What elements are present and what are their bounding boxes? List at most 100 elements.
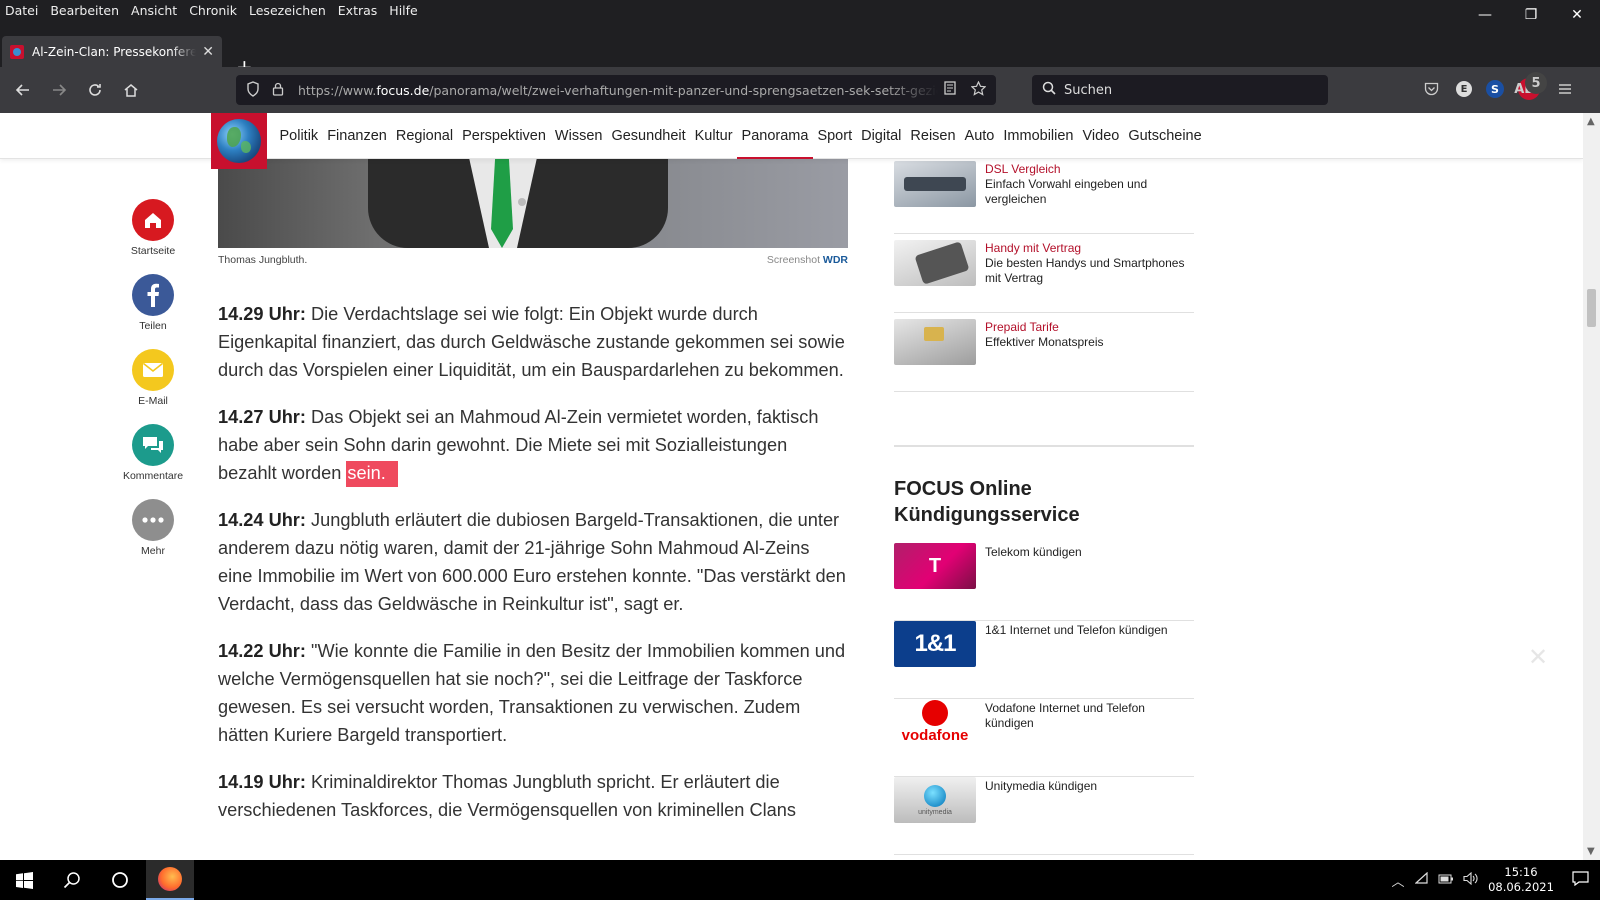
adblock-plus-icon[interactable]: ABP5 [1514, 72, 1547, 100]
site-nav-gesundheit[interactable]: Gesundheit [607, 113, 690, 159]
site-nav-panorama[interactable]: Panorama [737, 113, 813, 159]
offer-thumbnail[interactable] [894, 161, 976, 207]
caption-text: Thomas Jungbluth. [218, 254, 308, 266]
site-nav-gutscheine[interactable]: Gutscheine [1124, 113, 1206, 159]
offer-thumbnail[interactable] [894, 319, 976, 365]
kuendigung-label[interactable]: Vodafone Internet und Telefon kündigen [985, 701, 1190, 731]
kuendigung-thumbnail[interactable]: 1&1 [894, 621, 976, 667]
kuendigung-item[interactable]: 1&1 1&1 Internet und Telefon kündigen [894, 621, 1194, 699]
scroll-down-icon[interactable]: ▼ [1587, 846, 1595, 857]
ticker-time: 14.24 Uhr: [218, 510, 306, 530]
share-mehr[interactable]: Mehr [118, 499, 188, 557]
site-nav-regional[interactable]: Regional [391, 113, 457, 159]
ticker-entry: 14.24 Uhr: Jungbluth erläutert die dubio… [218, 506, 848, 618]
section-divider [894, 445, 1194, 447]
share-kommentare[interactable]: Kommentare [118, 424, 188, 482]
share-startseite[interactable]: Startseite [118, 199, 188, 257]
menu-chronik[interactable]: Chronik [183, 0, 243, 22]
s-extension-icon[interactable]: S [1486, 80, 1504, 98]
kuendigung-label[interactable]: Telekom kündigen [985, 545, 1190, 560]
kuendigung-thumbnail[interactable]: T [894, 543, 976, 589]
bookmark-star-icon[interactable] [970, 80, 987, 100]
kuendigung-item[interactable]: vodafone Vodafone Internet und Telefon kü… [894, 699, 1194, 777]
site-nav-digital[interactable]: Digital [857, 113, 906, 159]
reader-view-icon[interactable] [943, 81, 957, 100]
unitymedia-logo-icon [924, 784, 946, 807]
kuendigung-item[interactable]: T Telekom kündigen [894, 543, 1194, 621]
reload-icon[interactable] [84, 79, 106, 101]
nav-toolbar: https://www.focus.de/panorama/welt/zwei-… [0, 67, 1600, 113]
offer-title[interactable]: DSL Vergleich [985, 162, 1190, 177]
tray-chevron-up-icon[interactable]: ︿ [1386, 871, 1410, 890]
offer-item[interactable]: DSL Vergleich Einfach Vorwahl eingeben un… [894, 156, 1194, 234]
menu-datei[interactable]: Datei [0, 0, 44, 22]
menu-lesezeichen[interactable]: Lesezeichen [243, 0, 332, 22]
site-nav-immobilien[interactable]: Immobilien [999, 113, 1078, 159]
tab-close-icon[interactable]: ✕ [202, 44, 214, 60]
focus-logo[interactable] [211, 113, 267, 169]
volume-icon[interactable] [1458, 871, 1482, 889]
offer-text: Handy mit Vertrag Die besten Handys und S… [985, 241, 1190, 286]
menu-bearbeiten[interactable]: Bearbeiten [44, 0, 125, 22]
site-nav-wissen[interactable]: Wissen [550, 113, 607, 159]
menu-hilfe[interactable]: Hilfe [383, 0, 423, 22]
share-teilen[interactable]: Teilen [118, 274, 188, 332]
url-bar[interactable]: https://www.focus.de/panorama/welt/zwei-… [236, 75, 996, 105]
share-e-mail[interactable]: E-Mail [118, 349, 188, 407]
pocket-icon[interactable] [1420, 78, 1442, 100]
shield-icon[interactable] [246, 80, 260, 100]
offer-title[interactable]: Prepaid Tarife [985, 320, 1190, 335]
site-nav-video[interactable]: Video [1078, 113, 1124, 159]
search-bar[interactable]: Suchen [1032, 75, 1328, 105]
kuendigung-label[interactable]: Unitymedia kündigen [985, 779, 1190, 794]
hamburger-menu-icon[interactable] [1554, 78, 1576, 100]
back-arrow-icon[interactable] [12, 79, 34, 101]
site-nav-sport[interactable]: Sport [813, 113, 857, 159]
offer-text: DSL Vergleich Einfach Vorwahl eingeben un… [985, 162, 1190, 207]
site-nav-perspektiven[interactable]: Perspektiven [458, 113, 551, 159]
windows-start-icon[interactable] [0, 860, 48, 900]
share-label: Startseite [130, 245, 176, 257]
site-nav-politik[interactable]: Politik [275, 113, 323, 159]
lock-icon[interactable] [272, 82, 284, 99]
forward-arrow-icon[interactable] [48, 79, 70, 101]
site-nav-reisen[interactable]: Reisen [906, 113, 960, 159]
scroll-up-icon[interactable]: ▲ [1587, 116, 1595, 127]
close-overlay-icon[interactable]: ✕ [1528, 643, 1548, 671]
menu-ansicht[interactable]: Ansicht [125, 0, 183, 22]
site-nav-kultur[interactable]: Kultur [690, 113, 737, 159]
battery-icon[interactable] [1434, 873, 1458, 888]
search-icon[interactable] [48, 860, 96, 900]
kuendigung-label[interactable]: 1&1 Internet und Telefon kündigen [985, 623, 1190, 638]
offer-thumbnail[interactable] [894, 240, 976, 286]
page-scrollbar[interactable]: ▲ ▼ [1583, 113, 1600, 860]
search-input[interactable]: Suchen [1064, 83, 1112, 98]
kuendigung-thumbnail[interactable]: vodafone [894, 699, 976, 745]
site-navigation: Politik Finanzen Regional Perspektiven Wisse… [0, 113, 1583, 169]
cortana-icon[interactable] [96, 860, 144, 900]
browser-tab-active[interactable]: Al-Zein-Clan: Pressekonferenz mit LKA ✕ [2, 36, 222, 67]
ticker-text: Die Verdachtslage sei wie folgt: Ein Obj… [218, 304, 845, 380]
notification-center-icon[interactable] [1560, 870, 1600, 890]
system-tray: ︿ 15:16 08.06.2021 [1386, 860, 1600, 900]
brand-mark: vodafone [901, 727, 969, 744]
offer-title[interactable]: Handy mit Vertrag [985, 241, 1190, 256]
url-text[interactable]: https://www.focus.de/panorama/welt/zwei-… [298, 83, 938, 98]
scroll-thumb[interactable] [1587, 289, 1596, 327]
site-nav-finanzen[interactable]: Finanzen [323, 113, 392, 159]
credit-prefix: Screenshot [766, 254, 820, 266]
offer-item[interactable]: Prepaid Tarife Effektiver Monatspreis [894, 314, 1194, 392]
kuendigung-thumbnail[interactable]: unitymedia [894, 777, 976, 823]
taskbar-clock[interactable]: 15:16 08.06.2021 [1482, 865, 1560, 895]
offer-item[interactable]: Handy mit Vertrag Die besten Handys und S… [894, 235, 1194, 313]
site-nav-auto[interactable]: Auto [960, 113, 999, 159]
network-icon[interactable] [1410, 871, 1434, 888]
selected-text[interactable]: sein. [346, 461, 398, 487]
menu-extras[interactable]: Extras [332, 0, 384, 22]
e-extension-icon[interactable]: E [1456, 81, 1472, 97]
home-icon[interactable] [120, 79, 142, 101]
credit-source[interactable]: WDR [823, 254, 848, 266]
kuendigung-item[interactable]: unitymedia Unitymedia kündigen [894, 777, 1194, 855]
ticker-entry: 14.27 Uhr: Das Objekt sei an Mahmoud Al-… [218, 403, 848, 487]
firefox-taskbar-icon[interactable] [146, 860, 194, 900]
